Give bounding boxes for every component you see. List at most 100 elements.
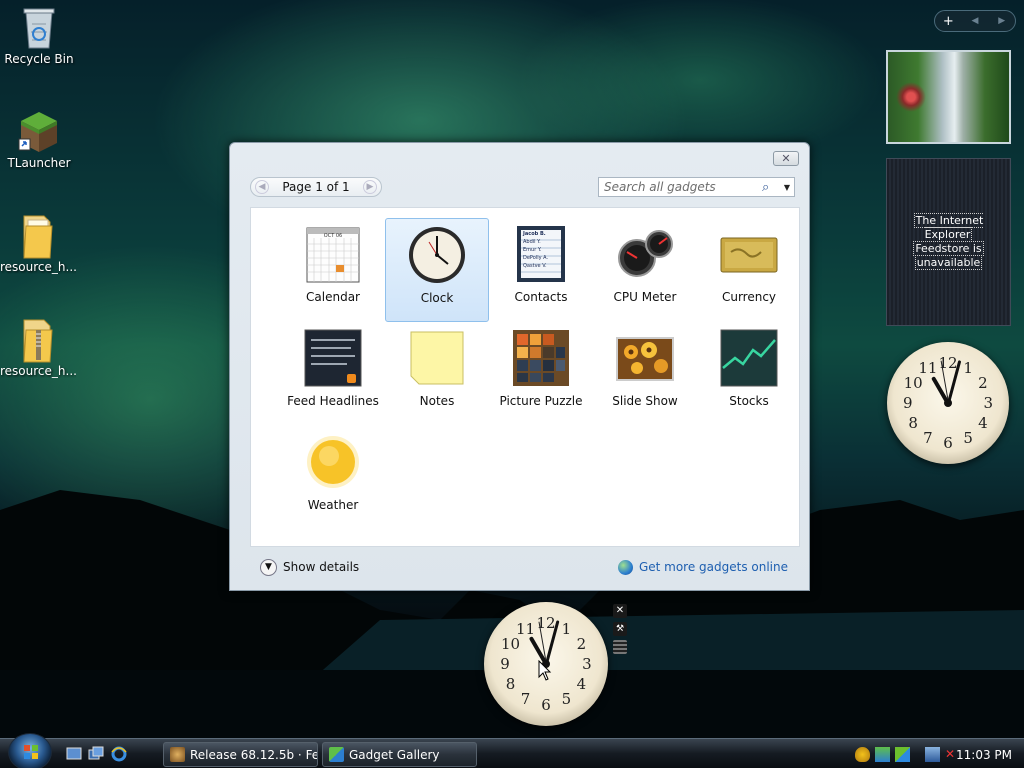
clock-numeral: 7	[520, 690, 531, 709]
desktop-icon-folder[interactable]: resource_h...	[0, 212, 76, 274]
mouse-cursor-icon	[538, 660, 552, 681]
show-details-toggle[interactable]: ▼ Show details	[260, 558, 360, 576]
zip-folder-icon	[16, 316, 60, 363]
drag-handle-icon[interactable]	[613, 640, 627, 654]
clock-numeral: 4	[978, 414, 988, 433]
gadgets-icon[interactable]	[895, 747, 910, 762]
gadget-grid: OCT 06 Calendar Clock Jacob B. Abdil Y. …	[250, 207, 800, 547]
pager: ◀ Page 1 of 1 ▶	[250, 177, 382, 197]
switch-windows-icon[interactable]	[88, 746, 104, 762]
clock-numeral: 9	[902, 394, 913, 412]
gadget-tile-cpu-meter[interactable]: CPU Meter	[593, 218, 697, 322]
gadget-tile-weather[interactable]: Weather	[281, 426, 385, 530]
sidebar-prev-button[interactable]: ◀	[962, 16, 989, 26]
desktop-icon-label: TLauncher	[7, 156, 71, 170]
desktop-icon-label: resource_h...	[0, 364, 76, 378]
clock-numeral: 7	[923, 428, 933, 447]
picture-puzzle-icon	[511, 328, 571, 388]
search-input[interactable]: Search all gadgets ⌕ ▼	[598, 177, 795, 197]
show-details-label: Show details	[283, 560, 360, 574]
desktop-icon-label: resource_h...	[0, 260, 76, 274]
show-desktop-icon[interactable]	[66, 746, 82, 762]
search-placeholder: Search all gadgets	[604, 180, 716, 194]
chevron-down-icon[interactable]: ▼	[780, 183, 794, 192]
taskbar-clock[interactable]: 11:03 PM	[956, 748, 1012, 762]
stocks-icon	[719, 328, 779, 388]
sidebar-clock-gadget[interactable]: 12 1 2 3 4 5 6 7 8 9 10 11	[887, 342, 1009, 464]
clock-numeral: 4	[576, 675, 587, 694]
taskbar-button-gadget-gallery[interactable]: Gadget Gallery	[322, 742, 477, 767]
gadget-label: Picture Puzzle	[499, 394, 583, 408]
get-more-gadgets-link[interactable]: Get more gadgets online	[617, 559, 788, 575]
clock-numeral: 3	[582, 655, 592, 673]
clock-numeral: 5	[561, 690, 572, 709]
gadget-tile-currency[interactable]: Currency	[697, 218, 801, 322]
gadget-tile-feed-headlines[interactable]: Feed Headlines	[281, 322, 385, 426]
feed-headlines-gadget[interactable]: The Internet Explorer Feedstore is unava…	[886, 158, 1011, 326]
windows-logo-icon	[24, 745, 38, 759]
chevron-down-icon: ▼	[260, 558, 277, 576]
contacts-icon: Jacob B. Abdil Y. Emur Y. DePolly A. Qas…	[511, 224, 571, 284]
desktop-icon-label: Recycle Bin	[4, 52, 74, 66]
desktop-icon-recycle-bin[interactable]: Recycle Bin	[1, 4, 77, 66]
internet-explorer-icon[interactable]	[111, 746, 127, 762]
feed-error-message: The Internet Explorer Feedstore is unava…	[913, 213, 984, 270]
add-gadget-button[interactable]: +	[935, 14, 962, 29]
gadget-tile-clock[interactable]: Clock	[385, 218, 489, 322]
chevron-left-icon[interactable]: ◀	[255, 180, 269, 194]
clock-numeral: 8	[505, 675, 516, 694]
get-more-label: Get more gadgets online	[638, 560, 788, 574]
clock-numeral: 6	[541, 695, 551, 714]
calendar-icon: OCT 06	[303, 224, 363, 284]
clock-numeral: 2	[576, 634, 587, 653]
gadget-label: Contacts	[514, 290, 568, 304]
gadget-tile-picture-puzzle[interactable]: Picture Puzzle	[489, 322, 593, 426]
slide-show-gadget[interactable]	[886, 50, 1011, 144]
gadget-label: Feed Headlines	[287, 394, 379, 408]
sidebar-icon[interactable]	[875, 747, 890, 762]
clock-numeral: 5	[963, 428, 973, 447]
gadget-tile-contacts[interactable]: Jacob B. Abdil Y. Emur Y. DePolly A. Qas…	[489, 218, 593, 322]
tlauncher-icon	[17, 108, 61, 152]
clock-numeral: 1	[561, 619, 572, 638]
close-icon[interactable]: ✕	[613, 604, 627, 618]
security-shield-icon[interactable]	[855, 747, 870, 762]
recycle-bin-icon	[17, 4, 61, 49]
taskbar: Release 68.12.5b · Fe... Gadget Gallery …	[0, 733, 1024, 768]
cpu-meter-icon	[615, 224, 675, 284]
clock-numeral: 11	[918, 359, 938, 378]
gadget-tile-stocks[interactable]: Stocks	[697, 322, 801, 426]
clock-center-pin	[944, 399, 952, 407]
network-icon[interactable]	[925, 747, 940, 762]
desktop-icon-zip-folder[interactable]: resource_h...	[0, 316, 76, 378]
sidebar-next-button[interactable]: ▶	[988, 16, 1015, 26]
gadget-label: Stocks	[729, 394, 769, 408]
calendar-month: OCT 06	[323, 233, 343, 239]
search-icon[interactable]: ⌕	[762, 180, 780, 195]
gadget-label: Slide Show	[612, 394, 678, 408]
taskbar-button-label: Gadget Gallery	[349, 747, 440, 762]
clock-numeral: 9	[500, 655, 510, 673]
gadget-tile-calendar[interactable]: OCT 06 Calendar	[281, 218, 385, 322]
gadget-label: Clock	[420, 291, 454, 305]
chevron-right-icon[interactable]: ▶	[363, 180, 377, 194]
desktop-icon-tlauncher[interactable]: TLauncher	[1, 108, 77, 170]
close-button[interactable]: ✕	[773, 151, 799, 166]
gadget-tile-notes[interactable]: Notes	[385, 322, 489, 426]
clock-numeral: 1	[963, 359, 973, 378]
gadget-tile-slide-show[interactable]: Slide Show	[593, 322, 697, 426]
feed-headlines-icon	[303, 328, 363, 388]
start-button[interactable]	[8, 733, 52, 768]
options-wrench-icon[interactable]: ⚒	[613, 622, 627, 636]
gallery-footer: ▼ Show details Get more gadgets online	[250, 548, 800, 586]
weather-icon	[303, 432, 363, 492]
taskbar-button-release[interactable]: Release 68.12.5b · Fe...	[163, 742, 318, 767]
gadget-toolbar: ✕ ⚒	[613, 604, 627, 658]
page-indicator: Page 1 of 1	[282, 180, 350, 194]
gadget-label: Calendar	[306, 290, 360, 304]
clock-numeral: 3	[983, 394, 994, 412]
clock-icon	[407, 225, 467, 285]
taskbar-button-label: Release 68.12.5b · Fe...	[190, 747, 318, 762]
notes-icon	[407, 328, 467, 388]
gadget-label: Currency	[721, 290, 777, 304]
